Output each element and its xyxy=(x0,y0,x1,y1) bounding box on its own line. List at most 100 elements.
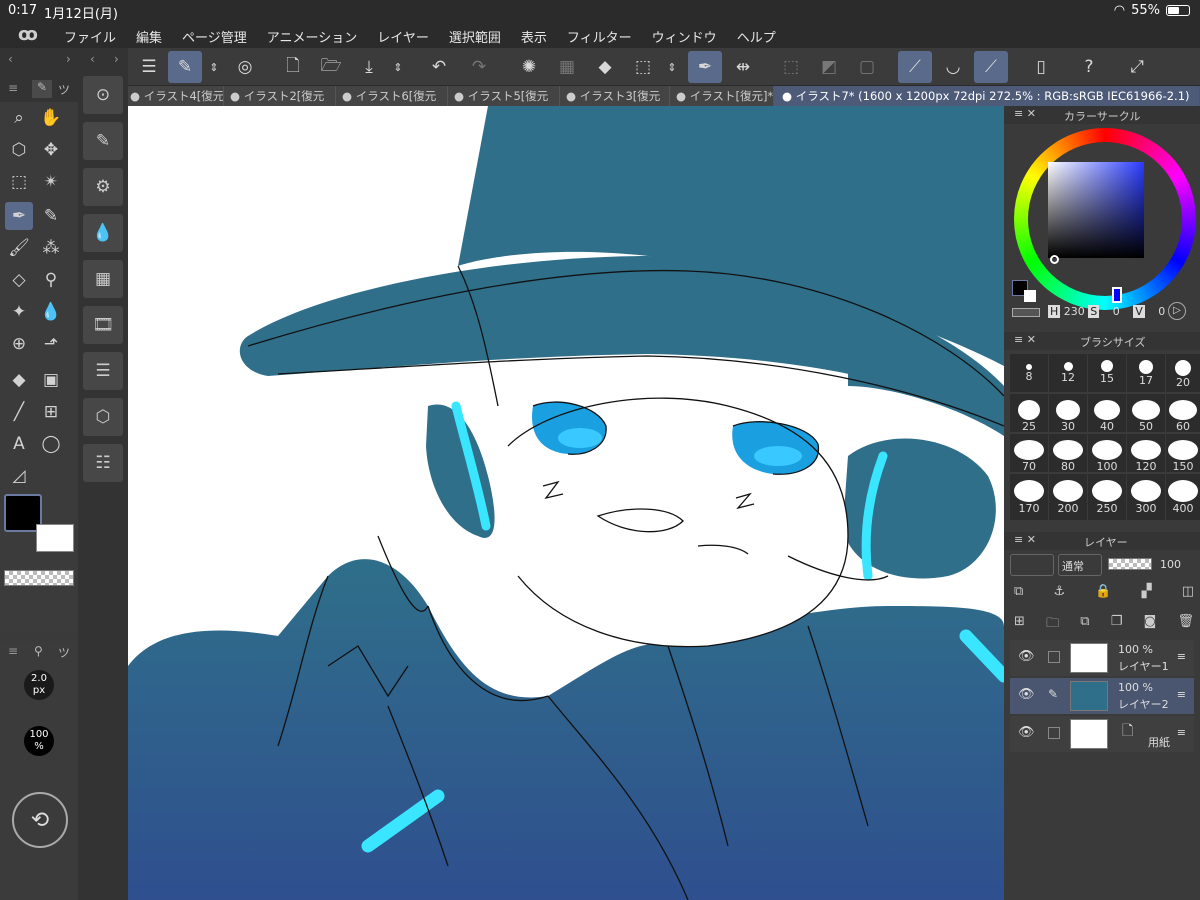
color-picker-handle[interactable] xyxy=(1050,255,1059,264)
brush-size-250[interactable]: 250 xyxy=(1088,474,1126,520)
undo-icon[interactable]: ↶ xyxy=(422,51,456,83)
pen-icon[interactable]: ✒ xyxy=(688,51,722,83)
hand-icon[interactable]: ✋ xyxy=(37,104,65,132)
opacity-indicator[interactable]: 100 % xyxy=(24,726,54,756)
eraser-icon[interactable]: ◇ xyxy=(5,266,33,294)
eyedropper-icon[interactable]: ⚲ xyxy=(37,266,65,294)
menu-filter[interactable]: フィルター xyxy=(567,27,632,46)
menu-view[interactable]: 表示 xyxy=(521,27,547,46)
drag-handle-icon[interactable]: ≡ xyxy=(1177,726,1186,739)
color-mode-icon[interactable] xyxy=(1012,308,1040,317)
tab-illust3[interactable]: ● イラスト3[復元 xyxy=(560,86,670,106)
brush-size-12[interactable]: 12 xyxy=(1049,354,1087,392)
new-layer-icon[interactable]: ⊞ xyxy=(1014,614,1025,634)
color-icon[interactable]: 💧 xyxy=(83,214,123,252)
grid-snap-icon[interactable]: ⟋ xyxy=(974,51,1008,83)
duplicate-layer-icon[interactable]: ❐ xyxy=(1111,614,1123,634)
airbrush-icon[interactable]: ⁂ xyxy=(37,234,65,262)
brush-size-15[interactable]: 15 xyxy=(1088,354,1126,392)
loading-spinner-icon[interactable]: ✺ xyxy=(512,51,546,83)
play-icon[interactable]: ▷ xyxy=(1168,302,1186,320)
animation-timeline-icon[interactable]: 🎞 xyxy=(83,306,123,344)
collapse-left-icon[interactable]: ‹ xyxy=(8,52,13,66)
redo-icon[interactable]: ↷ xyxy=(462,51,496,83)
brush-size-150[interactable]: 150 xyxy=(1166,434,1200,473)
visibility-eye-icon[interactable]: 👁 xyxy=(1018,687,1035,702)
selection-border-icon[interactable]: ▢ xyxy=(850,51,884,83)
color-set-icon[interactable]: ▦ xyxy=(83,260,123,298)
tab-illust7-active[interactable]: ● イラスト7* (1600 x 1200px 72dpi 272.5% : R… xyxy=(774,86,1200,106)
move-icon[interactable]: ✥ xyxy=(37,136,65,164)
lock-transparency-icon[interactable]: ▞ xyxy=(1142,584,1152,604)
menu-file[interactable]: ファイル xyxy=(64,27,116,46)
menu-hamburger-icon[interactable]: ☰ xyxy=(132,51,166,83)
brush-size-40[interactable]: 40 xyxy=(1088,394,1126,433)
companion-mode-icon[interactable]: ? xyxy=(1072,51,1106,83)
deselect-icon[interactable]: ⬚ xyxy=(774,51,808,83)
layer-search-icon[interactable]: ☷ xyxy=(83,444,123,482)
layer-row[interactable]: 👁 100 % レイヤー1 ≡ xyxy=(1010,640,1194,676)
text-icon[interactable]: A xyxy=(5,430,33,458)
panel-menu-icon[interactable]: ≡ xyxy=(8,644,18,658)
selection-icon[interactable]: ⬚ xyxy=(5,168,33,196)
sub-color-chip[interactable] xyxy=(1024,290,1036,302)
new-file-icon[interactable]: 🗋 xyxy=(276,51,310,83)
tool-palette-tab[interactable]: ≡ ✎ ツ xyxy=(0,76,78,102)
layer-mask-icon[interactable]: ◙ xyxy=(1144,614,1157,634)
brush-icon[interactable]: 🖌 xyxy=(5,234,33,262)
chevron-updown-icon[interactable]: ⇕ xyxy=(206,51,222,83)
opacity-slider[interactable] xyxy=(1108,558,1152,570)
panel-menu-icon[interactable]: ≡ ✕ xyxy=(1014,333,1036,346)
tab-illust6[interactable]: ● イラスト6[復元 xyxy=(336,86,448,106)
saturation-value-square[interactable] xyxy=(1048,162,1144,258)
tool-property-panel-icon[interactable]: ⚙ xyxy=(83,168,123,206)
blend-icon[interactable]: 💧 xyxy=(37,298,65,326)
tab-illust[interactable]: ● イラスト[復元]* xyxy=(670,86,774,106)
transparent-color-swatch[interactable] xyxy=(4,570,74,586)
layer-select-checkbox[interactable] xyxy=(1048,727,1060,739)
brush-size-70[interactable]: 70 xyxy=(1010,434,1048,473)
fill-icon[interactable]: ◆ xyxy=(588,51,622,83)
layer-clip-icon[interactable]: ⧉ xyxy=(1014,584,1023,604)
menu-window[interactable]: ウィンドウ xyxy=(652,27,717,46)
brush-size-170[interactable]: 170 xyxy=(1010,474,1048,520)
brush-size-17[interactable]: 17 xyxy=(1127,354,1165,392)
menu-edit[interactable]: 編集 xyxy=(136,27,162,46)
merge-down-icon[interactable]: ⧉ xyxy=(1080,614,1089,634)
transform-icon[interactable]: ⬚ xyxy=(626,51,660,83)
figure-icon[interactable]: ⚲ xyxy=(34,644,43,658)
layer-select-checkbox[interactable] xyxy=(1048,651,1060,663)
menu-page[interactable]: ページ管理 xyxy=(182,27,247,46)
save-icon[interactable]: ⤓ xyxy=(352,51,386,83)
subtool-detail-icon[interactable]: ✎ xyxy=(83,122,123,160)
layer-row[interactable]: 👁 🗋 用紙 ≡ xyxy=(1010,716,1194,752)
sub-color-swatch[interactable] xyxy=(36,524,74,552)
pencil-icon[interactable]: ✎ xyxy=(37,202,65,230)
brush-size-indicator[interactable]: 2.0 px xyxy=(24,670,54,700)
mask-icon[interactable]: ◫ xyxy=(1182,584,1194,604)
smartphone-icon[interactable]: ▯ xyxy=(1024,51,1058,83)
tool-property-icon[interactable]: ✎ xyxy=(168,51,202,83)
chevron-updown-icon[interactable]: ⇕ xyxy=(390,51,406,83)
new-folder-icon[interactable]: 🗀 xyxy=(1046,614,1059,634)
decoration-icon[interactable]: ✦ xyxy=(5,298,33,326)
drag-handle-icon[interactable]: ≡ xyxy=(1177,650,1186,663)
brush-size-400[interactable]: 400 xyxy=(1166,474,1200,520)
brush-size-30[interactable]: 30 xyxy=(1049,394,1087,433)
drag-handle-icon[interactable]: ≡ xyxy=(1177,688,1186,701)
tab-illust2[interactable]: ● イラスト2[復元 xyxy=(224,86,336,106)
brush-size-8[interactable]: 8 xyxy=(1010,354,1048,392)
zoom-icon[interactable]: ⌕ xyxy=(5,104,33,132)
invert-selection-icon[interactable]: ◩ xyxy=(812,51,846,83)
blend-mode-select[interactable]: 通常 xyxy=(1058,554,1102,576)
lock-icon[interactable]: 🔒 xyxy=(1095,584,1111,604)
app-logo-icon[interactable]: ꝏ xyxy=(18,24,42,46)
brush-size-200[interactable]: 200 xyxy=(1049,474,1087,520)
gradient-icon[interactable]: ▣ xyxy=(37,366,65,394)
brush-size-100[interactable]: 100 xyxy=(1088,434,1126,473)
menu-selection[interactable]: 選択範囲 xyxy=(449,27,501,46)
brush-size-80[interactable]: 80 xyxy=(1049,434,1087,473)
clear-icon[interactable]: ▦ xyxy=(550,51,584,83)
panel-menu-icon[interactable]: ≡ xyxy=(8,81,18,95)
reference-layer-icon[interactable]: ⚓ xyxy=(1053,584,1065,604)
